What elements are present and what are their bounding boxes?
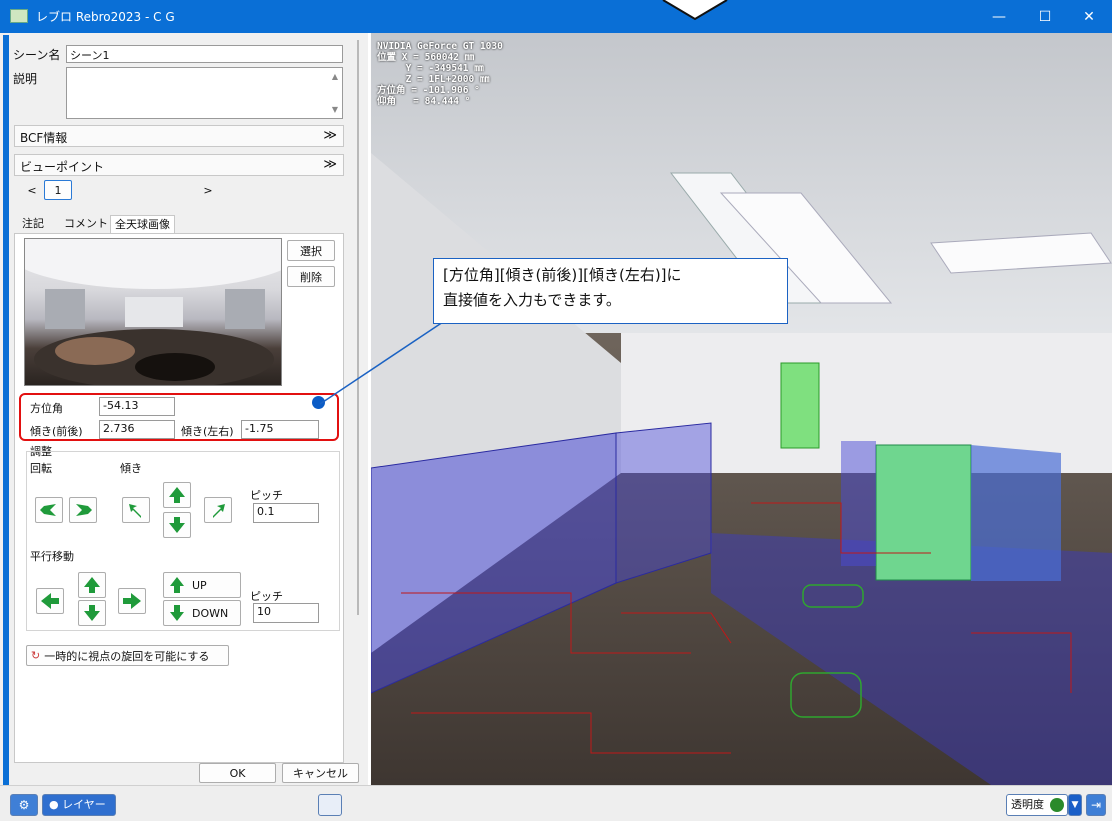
status-bar: ⚙ ● レイヤー 透明度 ▼ ⇥ [0, 785, 1112, 821]
move-down-button[interactable]: DOWN [163, 600, 241, 626]
settings-gear-icon[interactable]: ⚙ [10, 794, 38, 816]
viewpoint-next-button[interactable]: > [200, 181, 216, 199]
description-label: 説明 [13, 72, 38, 86]
tab-panorama[interactable]: 全天球画像 [110, 215, 175, 233]
move-right-button[interactable] [118, 588, 146, 614]
ok-button[interactable]: OK [199, 763, 276, 783]
layer-icon: ● [49, 798, 59, 811]
arrow-right-icon [123, 593, 141, 609]
rotate-left-icon [40, 504, 56, 516]
rotate-left-button[interactable] [35, 497, 63, 523]
layer-button[interactable]: ● レイヤー [42, 794, 116, 816]
move-up-button[interactable]: UP [163, 572, 241, 598]
close-button[interactable]: ✕ [1066, 0, 1112, 33]
callout-line-1: [方位角][傾き(前後)][傾き(左右)]に [443, 266, 682, 284]
viewpoint-prev-button[interactable]: < [24, 181, 40, 199]
tilt-up-button[interactable] [163, 482, 191, 508]
tilt-right-button[interactable] [204, 497, 232, 523]
transparency-dropdown-icon[interactable]: ▼ [1068, 794, 1082, 816]
tilt-label: 傾き [120, 462, 142, 475]
3d-viewport[interactable]: NVIDIA GeForce GT 1030 位置 X = 560042 ㎜ Y… [371, 33, 1112, 785]
up-label: UP [192, 578, 207, 592]
exit-panel-icon[interactable]: ⇥ [1086, 794, 1106, 816]
move-left-button[interactable] [36, 588, 64, 614]
refresh-icon: ↻ [31, 649, 41, 662]
transparency-button[interactable]: 透明度 [1006, 794, 1068, 816]
tab-comments[interactable]: コメント [60, 215, 112, 233]
arrow-left-icon [41, 593, 59, 609]
maximize-button[interactable]: ☐ [1022, 0, 1068, 33]
tab-notes[interactable]: 注記 [18, 215, 48, 233]
translate-pitch-label: ピッチ [250, 590, 283, 603]
viewpoint-section-header[interactable]: ビューポイント ≫ [14, 154, 344, 176]
bcf-label: BCF情報 [20, 131, 68, 145]
window-title: レブロ Rebro2023 - C G [36, 10, 175, 24]
rotation-toggle-label: 一時的に視点の旋回を可能にする [44, 649, 210, 663]
callout-leader-line [319, 321, 444, 405]
tilt-right-icon [213, 504, 225, 518]
select-image-button[interactable]: 選択 [287, 240, 335, 261]
transparency-label: 透明度 [1011, 798, 1044, 811]
cancel-button[interactable]: キャンセル [282, 763, 359, 783]
panorama-thumbnail [24, 238, 282, 386]
tilt-left-button[interactable] [122, 497, 150, 523]
arrow-down-icon [84, 605, 100, 621]
adjust-pitch-input[interactable]: 0.1 [253, 503, 319, 523]
orientation-highlight-box [19, 393, 339, 441]
panel-edge [3, 35, 9, 785]
rotate-right-icon [76, 504, 92, 516]
minimize-button[interactable]: — [976, 0, 1022, 33]
arrow-down-icon [170, 605, 184, 621]
description-input[interactable]: ▲ ▼ [66, 67, 343, 119]
office-scene-render [371, 33, 1112, 785]
panorama-image [25, 239, 281, 385]
callout-box: [方位角][傾き(前後)][傾き(左右)]に 直接値を入力もできます。 [433, 258, 788, 324]
tilt-down-button[interactable] [163, 512, 191, 538]
rotate-right-button[interactable] [69, 497, 97, 523]
translate-pitch-input[interactable]: 10 [253, 603, 319, 623]
render-info-overlay: NVIDIA GeForce GT 1030 位置 X = 560042 ㎜ Y… [377, 41, 503, 107]
delete-image-button[interactable]: 削除 [287, 266, 335, 287]
bcf-section-header[interactable]: BCF情報 ≫ [14, 125, 344, 147]
tilt-left-icon [129, 504, 141, 518]
pointer-arrow-icon [662, 0, 728, 21]
arrow-down-icon [169, 517, 185, 533]
translate-group-title: 平行移動 [30, 550, 74, 563]
viewpoint-label: ビューポイント [20, 160, 105, 174]
arrow-up-icon [169, 487, 185, 503]
viewpoint-index[interactable]: 1 [44, 180, 72, 200]
adjust-pitch-label: ピッチ [250, 489, 283, 502]
arrow-up-icon [84, 577, 100, 593]
chevron-down-icon: ≫ [323, 128, 337, 143]
title-bar: レブロ Rebro2023 - C G — ☐ ✕ [0, 0, 1112, 33]
rotation-toggle-button[interactable]: ↻ 一時的に視点の旋回を可能にする [26, 645, 229, 666]
chevron-down-icon: ≫ [323, 157, 337, 172]
transparency-indicator-icon [1049, 798, 1064, 812]
panel-toggle-icon[interactable] [318, 794, 342, 816]
rotate-label: 回転 [30, 462, 52, 475]
scene-name-input[interactable]: シーン1 [66, 45, 343, 63]
down-label: DOWN [192, 606, 229, 620]
scene-name-label: シーン名 [13, 48, 61, 62]
scroll-up-icon[interactable]: ▲ [332, 72, 338, 81]
scroll-down-icon[interactable]: ▼ [332, 105, 338, 114]
arrow-up-icon [170, 577, 184, 593]
app-icon [10, 9, 28, 23]
move-back-button[interactable] [78, 600, 106, 626]
callout-line-2: 直接値を入力もできます。 [443, 291, 621, 309]
layer-label: レイヤー [62, 798, 106, 811]
move-forward-button[interactable] [78, 572, 106, 598]
